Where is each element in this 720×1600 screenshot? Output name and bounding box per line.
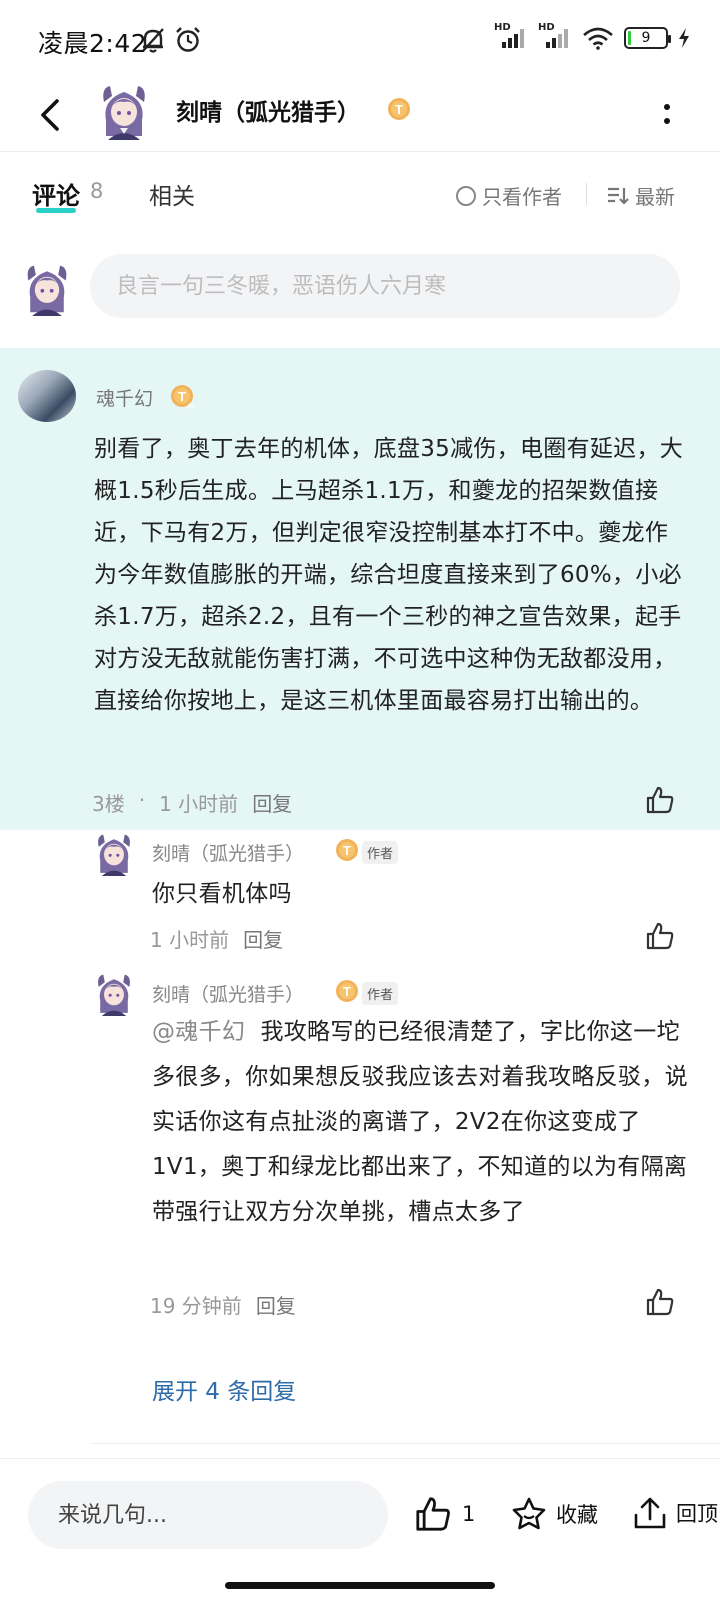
reply-button[interactable]: 回复 <box>243 924 283 953</box>
favorite-button[interactable]: 收藏 <box>510 1495 598 1533</box>
avatar[interactable] <box>98 80 150 140</box>
separator-dot: · <box>138 788 146 812</box>
reply-button[interactable]: 回复 <box>256 1290 296 1319</box>
wifi-icon <box>583 27 613 50</box>
reply-body: 我攻略写的已经很清楚了，字比你这一坨多很多，你如果想反驳我应该去对着我攻略反驳，… <box>152 1019 688 1225</box>
reply-meta: 1 小时前 回复 <box>150 924 283 953</box>
more-icon[interactable] <box>654 94 680 134</box>
bottom-action-bar: 1 收藏 回顶 <box>0 1458 720 1570</box>
tab-active-indicator <box>36 208 76 213</box>
author-tag: 作者 <box>362 841 399 864</box>
coin-badge-icon: T <box>336 839 358 861</box>
avatar[interactable] <box>92 830 136 876</box>
thumb-up-icon <box>646 786 674 814</box>
thumb-up-icon <box>646 922 674 950</box>
reply-time: 1 小时前 <box>150 928 230 952</box>
coin-badge-icon: T <box>171 385 194 409</box>
reply-button[interactable]: 回复 <box>252 788 292 817</box>
back-arrow-icon <box>41 99 59 131</box>
reply-username[interactable]: 刻晴（弧光猎手） <box>152 980 304 1007</box>
author-only-toggle[interactable]: 只看作者 <box>456 181 562 210</box>
signal-icon: HD <box>494 22 528 50</box>
divider <box>92 1443 720 1444</box>
expand-replies-link[interactable]: 展开 4 条回复 <box>152 1372 296 1406</box>
comment-username[interactable]: 魂千幻 <box>96 384 153 411</box>
bottom-comment-input[interactable] <box>28 1481 388 1549</box>
status-time: 凌晨2:42 <box>38 29 148 58</box>
back-button[interactable] <box>30 90 70 140</box>
floor-number: 3楼 <box>92 792 125 816</box>
avatar[interactable] <box>18 370 76 422</box>
status-icons-left <box>140 26 202 54</box>
header: 刻晴（弧光猎手） T <box>0 80 720 152</box>
mute-bell-icon <box>142 28 164 53</box>
coin-badge-icon: T <box>388 98 411 122</box>
thumb-up-icon <box>416 1497 450 1531</box>
divider <box>586 183 587 205</box>
sort-label: 最新 <box>635 185 675 209</box>
sort-button[interactable]: 最新 <box>607 181 675 210</box>
back-to-top-label: 回顶 <box>676 1502 718 1526</box>
avatar <box>27 265 67 316</box>
like-post-button[interactable]: 1 <box>414 1495 475 1533</box>
charging-icon <box>679 28 689 48</box>
avatar[interactable] <box>92 970 136 1016</box>
badge-letter: T <box>343 843 351 858</box>
upload-icon <box>634 1497 666 1529</box>
like-button[interactable] <box>642 782 678 818</box>
reply-meta: 19 分钟前 回复 <box>150 1290 296 1319</box>
tab-comments[interactable]: 评论 <box>32 176 80 211</box>
comment-item: 魂千幻 T 别看了，奥丁去年的机体，底盘35减伤，电圈有延迟，大概1.5秒后生成… <box>0 348 720 830</box>
badge-letter: T <box>343 984 351 999</box>
favorite-label: 收藏 <box>556 1503 598 1527</box>
back-to-top-button[interactable]: 回顶 <box>632 1495 718 1531</box>
home-indicator[interactable] <box>225 1582 495 1589</box>
status-bar: 凌晨2:42 HD HD 9 <box>0 0 720 80</box>
mention-link[interactable]: @魂千幻 <box>152 1019 245 1045</box>
author-tag: 作者 <box>362 982 399 1005</box>
reply-username[interactable]: 刻晴（弧光猎手） <box>152 839 304 866</box>
status-icons-right: HD HD 9 <box>494 22 690 50</box>
star-icon <box>512 1497 546 1530</box>
tab-related[interactable]: 相关 <box>149 177 195 211</box>
author-only-label: 只看作者 <box>482 185 562 209</box>
comment-tabs: 评论 8 相关 只看作者 最新 <box>0 152 720 238</box>
comments-count: 8 <box>90 179 104 203</box>
alarm-icon <box>176 27 200 52</box>
reply-item: 刻晴（弧光猎手） T 作者 你只看机体吗 1 小时前 回复 <box>0 830 720 970</box>
reply-item: 刻晴（弧光猎手） T 作者 @魂千幻 我攻略写的已经很清楚了，字比你这一坨多很多… <box>0 970 720 1350</box>
reply-text: 你只看机体吗 <box>152 881 292 907</box>
comment-meta: 3楼 · 1 小时前 回复 <box>92 788 292 817</box>
battery-level: 9 <box>641 30 651 46</box>
like-button[interactable] <box>642 918 678 954</box>
reply-time: 19 分钟前 <box>150 1294 242 1318</box>
comment-text: 别看了，奥丁去年的机体，底盘35减伤，电圈有延迟，大概1.5秒后生成。上马超杀1… <box>94 436 684 714</box>
coin-badge-icon: T <box>336 980 358 1002</box>
page-title: 刻晴（弧光猎手） <box>176 100 360 126</box>
signal-icon: HD <box>538 22 572 50</box>
radio-icon <box>456 185 476 206</box>
comment-time: 1 小时前 <box>159 792 239 816</box>
battery-icon: 9 <box>624 27 671 49</box>
comment-input-row <box>0 238 720 346</box>
badge-letter: T <box>178 389 186 404</box>
badge-letter: T <box>395 102 403 117</box>
reply-text: @魂千幻 我攻略写的已经很清楚了，字比你这一坨多很多，你如果想反驳我应该去对着我… <box>152 1010 692 1235</box>
sort-icon <box>608 187 629 205</box>
like-count: 1 <box>462 1502 476 1526</box>
comment-input[interactable] <box>90 254 680 318</box>
thumb-up-icon <box>646 1288 674 1316</box>
like-button[interactable] <box>642 1284 678 1320</box>
